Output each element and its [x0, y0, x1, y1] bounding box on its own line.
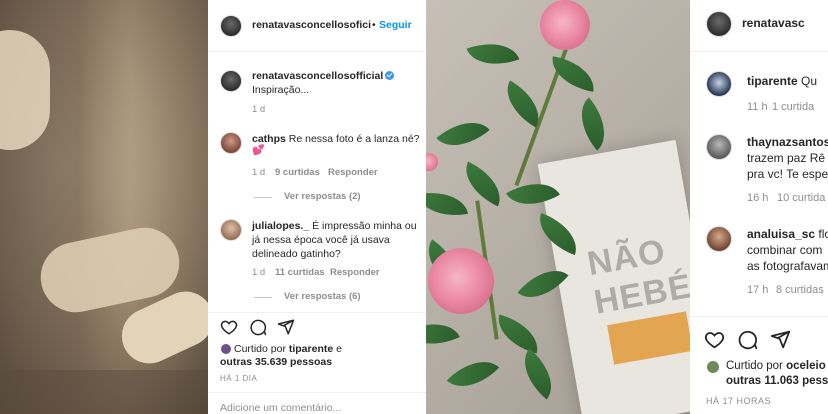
comment-text: cathps Re nessa foto é a lanza né? — [252, 133, 420, 145]
post-header: renatavasconcellosofici • Seguir — [208, 0, 426, 52]
share-icon[interactable] — [770, 329, 791, 350]
post-header: renatavasc — [690, 0, 828, 52]
post-date: HÁ 1 DIA — [220, 374, 258, 383]
caption-username[interactable]: renatavasconcellosofficial — [252, 70, 383, 82]
likes-count[interactable]: outras 35.639 pessoas — [220, 356, 332, 369]
header-username[interactable]: renatavasconcellosofici — [252, 19, 371, 31]
reply-button[interactable]: Responder — [330, 267, 380, 278]
heart-icon[interactable] — [220, 318, 238, 336]
collage: NÃO HEBÉROS renatavasconcellosofici • Se… — [0, 0, 828, 414]
comment-icon[interactable] — [249, 318, 267, 336]
comment-username[interactable]: thaynazsantos — [747, 135, 828, 149]
comment-username[interactable]: cathps — [252, 133, 286, 145]
liked-by-text[interactable]: Curtido por tiparente e — [226, 343, 342, 356]
separator-dot: • — [372, 19, 376, 31]
add-comment-input[interactable]: Adicione um comentário... — [220, 402, 341, 414]
post-date: HÁ 17 HORAS — [706, 396, 772, 406]
comment-text-line: pra vc! Te espe — [747, 167, 828, 181]
comment-avatar[interactable] — [706, 226, 732, 252]
comment-likes[interactable]: 11 curtidas — [275, 267, 325, 278]
comment-text-line: trazem paz Rê — [747, 151, 826, 165]
rose-photo: NÃO HEBÉROS — [400, 0, 700, 414]
caption-avatar[interactable] — [220, 70, 242, 92]
comment-text-line: combinar com — [747, 243, 823, 257]
header-username[interactable]: renatavasc — [742, 16, 805, 30]
comment-avatar[interactable] — [220, 219, 242, 241]
divider — [208, 312, 426, 313]
comment-time: 17 h — [747, 284, 769, 296]
divider — [208, 392, 426, 393]
comment-text-line: delineado gatinho? — [252, 248, 341, 260]
comment-text: tiparente Qu — [747, 74, 818, 88]
comment-text: thaynazsantos — [747, 135, 828, 149]
comment-avatar[interactable] — [220, 132, 242, 154]
comment-text: analuisa_sc flo — [747, 227, 828, 241]
verified-icon — [385, 70, 395, 80]
heart-icon[interactable] — [704, 329, 725, 350]
comment-time: 1 d — [252, 167, 266, 178]
replies-divider — [254, 297, 272, 298]
avatar[interactable] — [220, 15, 242, 37]
view-replies-link[interactable]: Ver respostas (6) — [284, 291, 361, 302]
comment-avatar[interactable] — [706, 134, 732, 160]
comment-avatar[interactable] — [706, 71, 732, 97]
likes-count[interactable]: outras 11.063 pesso — [726, 375, 828, 388]
comment-likes[interactable]: 1 curtida — [772, 101, 814, 113]
caption-text: Inspiração... — [252, 84, 310, 96]
liked-by-text[interactable]: Curtido por oceleio — [726, 360, 826, 373]
comment-time: 1 d — [252, 267, 266, 278]
comment-time: 11 h — [747, 101, 768, 113]
comment-username[interactable]: julialopes._ — [252, 220, 309, 232]
avatar[interactable] — [706, 11, 732, 37]
liker-avatar[interactable] — [706, 360, 720, 374]
comment-username[interactable]: tiparente — [747, 74, 798, 88]
instagram-post-panel-2: renatavasc tiparente Qu 11 h 1 curtida t… — [690, 0, 828, 414]
vintage-portrait-photo — [0, 0, 215, 414]
comment-text: julialopes._ É impressão minha ou — [252, 220, 417, 232]
instagram-post-panel: renatavasconcellosofici • Seguir renatav… — [208, 0, 426, 414]
comment-likes[interactable]: 8 curtidas — [776, 284, 824, 296]
divider — [690, 316, 828, 317]
caption-time: 1 d — [252, 104, 266, 115]
comment-text-line: já nessa época você já usava — [252, 234, 390, 246]
comment-username[interactable]: analuisa_sc — [747, 227, 815, 241]
caption-username-line: renatavasconcellosofficial — [252, 69, 395, 83]
reply-button[interactable]: Responder — [328, 167, 378, 178]
follow-button[interactable]: Seguir — [379, 19, 412, 31]
comment-likes[interactable]: 9 curtidas — [275, 167, 320, 178]
comment-text-line: as fotografavam — [747, 259, 828, 273]
pink-hearts-emoji: 💕 — [252, 145, 265, 156]
replies-divider — [254, 197, 272, 198]
comment-likes[interactable]: 10 curtida — [777, 192, 825, 204]
comment-time: 16 h — [747, 192, 769, 204]
share-icon[interactable] — [277, 318, 295, 336]
comment-icon[interactable] — [737, 329, 758, 350]
view-replies-link[interactable]: Ver respostas (2) — [284, 191, 361, 202]
